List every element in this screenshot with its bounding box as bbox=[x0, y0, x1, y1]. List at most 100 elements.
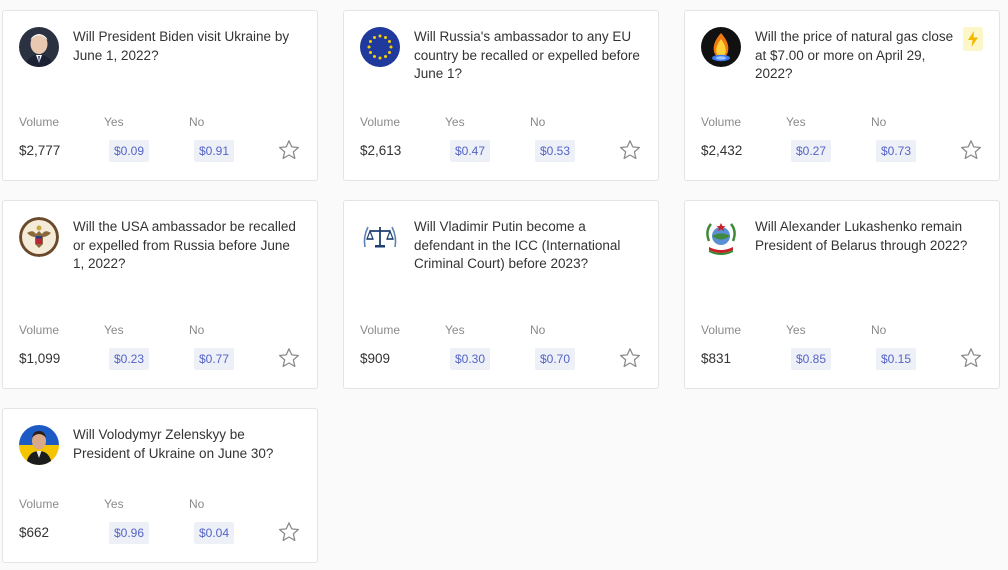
yes-price-button[interactable]: $0.47 bbox=[450, 140, 491, 162]
no-column: No $0.53 bbox=[530, 115, 615, 162]
market-stats: Volume $831 Yes $0.85 No $0.15 bbox=[701, 323, 983, 370]
market-card[interactable]: Will Vladimir Putin become a defendant i… bbox=[343, 200, 659, 389]
market-stats: Volume $2,613 Yes $0.47 No $0.53 bbox=[360, 115, 642, 162]
market-card-header: Will Volodymyr Zelenskyy be President of… bbox=[19, 425, 301, 489]
no-price-button[interactable]: $0.70 bbox=[535, 348, 576, 370]
no-price-button[interactable]: $0.77 bbox=[194, 348, 235, 370]
star-icon[interactable] bbox=[618, 138, 642, 162]
no-label: No bbox=[871, 323, 887, 337]
no-label: No bbox=[530, 323, 546, 337]
no-column: No $0.91 bbox=[189, 115, 274, 162]
market-card[interactable]: Will President Biden visit Ukraine by Ju… bbox=[2, 10, 318, 181]
market-question[interactable]: Will the price of natural gas close at $… bbox=[755, 27, 983, 84]
volume-label: Volume bbox=[701, 323, 742, 337]
volume-value: $662 bbox=[19, 525, 50, 540]
icc-scales-icon bbox=[360, 217, 400, 257]
yes-price-button[interactable]: $0.85 bbox=[791, 348, 832, 370]
no-price-button[interactable]: $0.04 bbox=[194, 522, 235, 544]
markets-grid: Will President Biden visit Ukraine by Ju… bbox=[0, 0, 1008, 570]
yes-label: Yes bbox=[445, 115, 465, 129]
star-icon[interactable] bbox=[618, 346, 642, 370]
volume-label: Volume bbox=[360, 115, 401, 129]
gas-flame-icon bbox=[701, 27, 741, 67]
no-price-button[interactable]: $0.91 bbox=[194, 140, 235, 162]
yes-price-button[interactable]: $0.30 bbox=[450, 348, 491, 370]
market-card-header: Will the price of natural gas close at $… bbox=[701, 27, 983, 91]
market-question[interactable]: Will the USA ambassador be recalled or e… bbox=[73, 217, 301, 274]
belarus-emblem-icon bbox=[701, 217, 741, 257]
no-label: No bbox=[871, 115, 887, 129]
volume-column: Volume $1,099 bbox=[19, 323, 104, 370]
volume-column: Volume $909 bbox=[360, 323, 445, 370]
star-icon[interactable] bbox=[959, 346, 983, 370]
market-stats: Volume $2,777 Yes $0.09 No $0.91 bbox=[19, 115, 301, 162]
no-label: No bbox=[189, 115, 205, 129]
volume-value: $2,777 bbox=[19, 143, 61, 158]
market-card[interactable]: Will Russia's ambassador to any EU count… bbox=[343, 10, 659, 181]
volume-column: Volume $2,777 bbox=[19, 115, 104, 162]
no-label: No bbox=[189, 323, 205, 337]
market-question[interactable]: Will President Biden visit Ukraine by Ju… bbox=[73, 27, 301, 65]
eu-flag-icon bbox=[360, 27, 400, 67]
no-price-button[interactable]: $0.15 bbox=[876, 348, 917, 370]
market-stats: Volume $662 Yes $0.96 No $0.04 bbox=[19, 497, 301, 544]
yes-column: Yes $0.27 bbox=[786, 115, 871, 162]
market-card-header: Will the USA ambassador be recalled or e… bbox=[19, 217, 301, 281]
star-icon[interactable] bbox=[277, 346, 301, 370]
market-question[interactable]: Will Volodymyr Zelenskyy be President of… bbox=[73, 425, 301, 463]
no-column: No $0.77 bbox=[189, 323, 274, 370]
no-price-button[interactable]: $0.53 bbox=[535, 140, 576, 162]
volume-value: $2,432 bbox=[701, 143, 743, 158]
yes-price-button[interactable]: $0.09 bbox=[109, 140, 150, 162]
yes-column: Yes $0.85 bbox=[786, 323, 871, 370]
volume-label: Volume bbox=[19, 115, 60, 129]
market-card[interactable]: Will Alexander Lukashenko remain Preside… bbox=[684, 200, 1000, 389]
yes-label: Yes bbox=[104, 497, 124, 511]
star-icon[interactable] bbox=[959, 138, 983, 162]
market-card[interactable]: Will Volodymyr Zelenskyy be President of… bbox=[2, 408, 318, 563]
yes-column: Yes $0.09 bbox=[104, 115, 189, 162]
yes-column: Yes $0.47 bbox=[445, 115, 530, 162]
yes-price-button[interactable]: $0.23 bbox=[109, 348, 150, 370]
yes-label: Yes bbox=[104, 115, 124, 129]
no-column: No $0.04 bbox=[189, 497, 274, 544]
yes-label: Yes bbox=[445, 323, 465, 337]
market-question[interactable]: Will Vladimir Putin become a defendant i… bbox=[414, 217, 642, 274]
yes-column: Yes $0.96 bbox=[104, 497, 189, 544]
star-icon[interactable] bbox=[277, 138, 301, 162]
volume-label: Volume bbox=[19, 323, 60, 337]
yes-price-button[interactable]: $0.96 bbox=[109, 522, 150, 544]
no-column: No $0.70 bbox=[530, 323, 615, 370]
yes-label: Yes bbox=[786, 323, 806, 337]
yes-column: Yes $0.30 bbox=[445, 323, 530, 370]
market-question[interactable]: Will Alexander Lukashenko remain Preside… bbox=[755, 217, 983, 255]
volume-label: Volume bbox=[360, 323, 401, 337]
star-icon[interactable] bbox=[277, 520, 301, 544]
lightning-icon bbox=[963, 27, 983, 51]
market-stats: Volume $2,432 Yes $0.27 No $0.73 bbox=[701, 115, 983, 162]
biden-portrait-icon bbox=[19, 27, 59, 67]
volume-label: Volume bbox=[701, 115, 742, 129]
no-column: No $0.15 bbox=[871, 323, 956, 370]
market-card-header: Will President Biden visit Ukraine by Ju… bbox=[19, 27, 301, 91]
volume-value: $909 bbox=[360, 351, 391, 366]
yes-column: Yes $0.23 bbox=[104, 323, 189, 370]
market-card[interactable]: Will the USA ambassador be recalled or e… bbox=[2, 200, 318, 389]
no-price-button[interactable]: $0.73 bbox=[876, 140, 917, 162]
zelenskyy-portrait-icon bbox=[19, 425, 59, 465]
market-card-header: Will Alexander Lukashenko remain Preside… bbox=[701, 217, 983, 281]
no-label: No bbox=[530, 115, 546, 129]
market-card[interactable]: Will the price of natural gas close at $… bbox=[684, 10, 1000, 181]
volume-value: $831 bbox=[701, 351, 732, 366]
volume-column: Volume $662 bbox=[19, 497, 104, 544]
market-stats: Volume $909 Yes $0.30 No $0.70 bbox=[360, 323, 642, 370]
no-column: No $0.73 bbox=[871, 115, 956, 162]
no-label: No bbox=[189, 497, 205, 511]
volume-label: Volume bbox=[19, 497, 60, 511]
us-seal-icon bbox=[19, 217, 59, 257]
volume-column: Volume $2,432 bbox=[701, 115, 786, 162]
market-question[interactable]: Will Russia's ambassador to any EU count… bbox=[414, 27, 642, 84]
market-stats: Volume $1,099 Yes $0.23 No $0.77 bbox=[19, 323, 301, 370]
yes-price-button[interactable]: $0.27 bbox=[791, 140, 832, 162]
market-card-header: Will Vladimir Putin become a defendant i… bbox=[360, 217, 642, 281]
